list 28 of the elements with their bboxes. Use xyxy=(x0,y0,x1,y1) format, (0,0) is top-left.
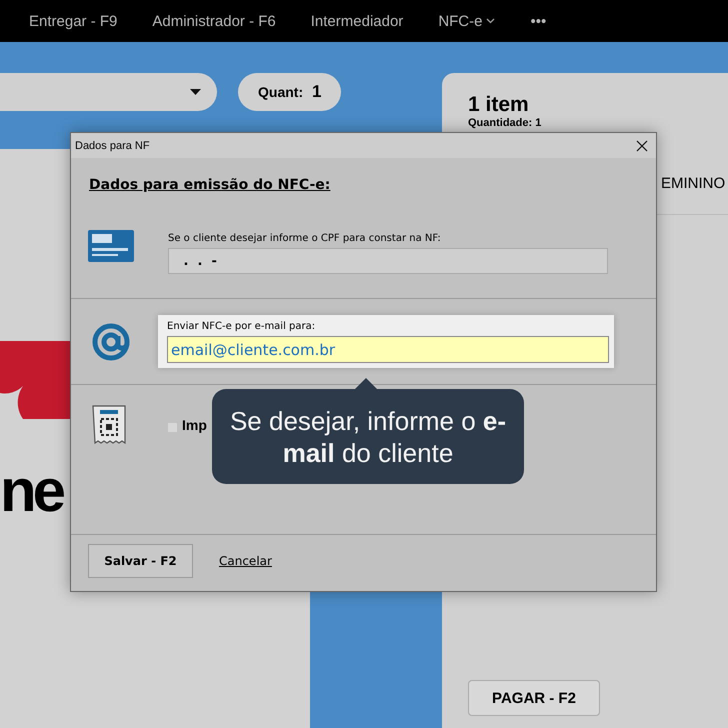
logo-text: ne xyxy=(0,461,62,521)
at-sign-icon xyxy=(91,322,131,362)
nav-link[interactable]: Intermediador xyxy=(310,12,404,30)
save-button[interactable]: Salvar - F2 xyxy=(88,544,193,578)
pay-button[interactable]: PAGAR - F2 xyxy=(468,680,600,716)
receipt-qr-icon xyxy=(92,405,126,447)
dialog-heading: Dados para emissão do NFC-e: xyxy=(89,177,332,193)
nav-link[interactable]: Entregar - F9 xyxy=(29,12,118,30)
caret-down-icon xyxy=(190,89,201,95)
close-icon[interactable] xyxy=(636,140,648,152)
email-label: Enviar NFC-e por e-mail para: xyxy=(167,321,316,332)
dialog-title: Dados para NF xyxy=(75,140,150,152)
chevron-down-icon xyxy=(486,18,496,24)
email-input[interactable]: email@cliente.com.br xyxy=(167,336,609,363)
nav-link[interactable]: Administrador - F6 xyxy=(152,12,276,30)
print-label: Imp xyxy=(182,417,207,433)
cart-item-text: EMININO xyxy=(660,175,726,192)
cpf-label: Se o cliente desejar informe o CPF para constar na NF: xyxy=(168,233,442,244)
cpf-card-icon xyxy=(88,230,134,262)
cancel-link[interactable]: Cancelar xyxy=(219,554,272,568)
product-select[interactable] xyxy=(0,73,217,111)
tooltip-text: Se desejar, informe o e-mail do cliente xyxy=(228,404,508,468)
cart-quantity: Quantidade: 1 xyxy=(468,117,542,129)
nav-link[interactable]: ••• xyxy=(530,12,546,30)
cart-title: 1 item xyxy=(468,93,530,117)
quantity-field[interactable]: Quant: 1 xyxy=(238,73,342,111)
nav-dropdown[interactable]: NFC-e xyxy=(438,12,496,30)
cpf-input[interactable]: . . - xyxy=(168,248,608,274)
